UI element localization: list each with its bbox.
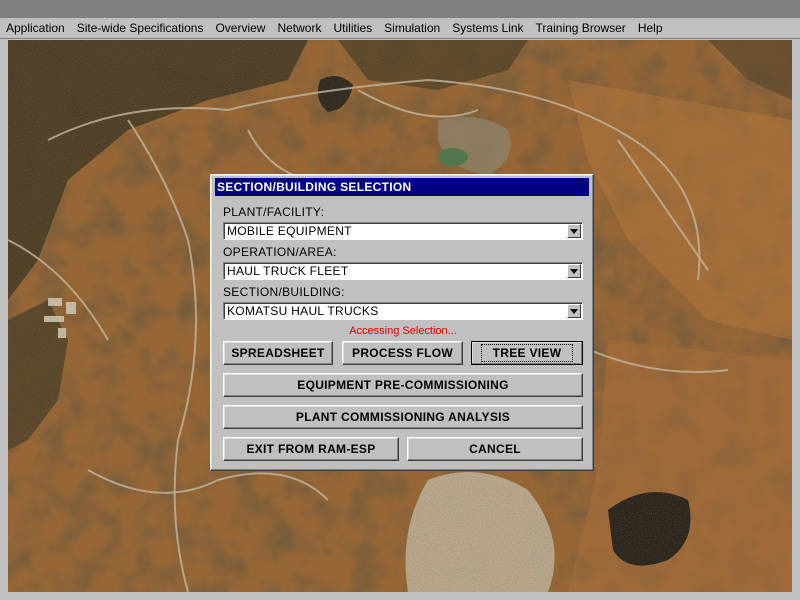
exit-button-label: EXIT FROM RAM-ESP [246,442,376,456]
chevron-down-icon[interactable] [567,224,581,238]
menu-application[interactable]: Application [0,21,71,35]
plant-commissioning-analysis-button-label: PLANT COMMISSIONING ANALYSIS [295,410,511,424]
exit-button[interactable]: EXIT FROM RAM-ESP [223,437,399,461]
section-building-label: SECTION/BUILDING: [223,285,345,299]
menu-utilities[interactable]: Utilities [327,21,378,35]
tree-view-button[interactable]: TREE VIEW [471,341,583,365]
section-building-select[interactable]: KOMATSU HAUL TRUCKS [223,302,583,320]
menu-bar: Application Site-wide Specifications Ove… [0,18,800,39]
cancel-button[interactable]: CANCEL [407,437,583,461]
chevron-down-icon[interactable] [567,264,581,278]
chevron-down-icon[interactable] [567,304,581,318]
spreadsheet-button-label: SPREADSHEET [231,346,325,360]
plant-commissioning-analysis-button[interactable]: PLANT COMMISSIONING ANALYSIS [223,405,583,429]
menu-training-browser[interactable]: Training Browser [530,21,632,35]
status-text: Accessing Selection... [349,325,457,337]
process-flow-button-label: PROCESS FLOW [352,346,453,360]
plant-facility-select[interactable]: MOBILE EQUIPMENT [223,222,583,240]
cancel-button-label: CANCEL [469,442,521,456]
menu-network[interactable]: Network [271,21,327,35]
menu-help[interactable]: Help [632,21,669,35]
operation-area-select[interactable]: HAUL TRUCK FLEET [223,262,583,280]
menu-simulation[interactable]: Simulation [378,21,446,35]
plant-facility-value: MOBILE EQUIPMENT [227,224,352,238]
section-building-value: KOMATSU HAUL TRUCKS [227,304,379,318]
menu-overview[interactable]: Overview [209,21,271,35]
menu-systems-link[interactable]: Systems Link [446,21,529,35]
menu-site-wide-specifications[interactable]: Site-wide Specifications [71,21,210,35]
tree-view-button-label: TREE VIEW [480,344,574,362]
equipment-pre-commissioning-button-label: EQUIPMENT PRE-COMMISSIONING [297,378,509,392]
dialog-title: SECTION/BUILDING SELECTION [215,178,589,196]
equipment-pre-commissioning-button[interactable]: EQUIPMENT PRE-COMMISSIONING [223,373,583,397]
operation-area-label: OPERATION/AREA: [223,245,337,259]
section-building-selection-dialog: SECTION/BUILDING SELECTION PLANT/FACILIT… [210,174,594,471]
spreadsheet-button[interactable]: SPREADSHEET [223,341,333,365]
top-strip [0,0,800,18]
operation-area-value: HAUL TRUCK FLEET [227,264,349,278]
plant-facility-label: PLANT/FACILITY: [223,205,325,219]
process-flow-button[interactable]: PROCESS FLOW [342,341,463,365]
